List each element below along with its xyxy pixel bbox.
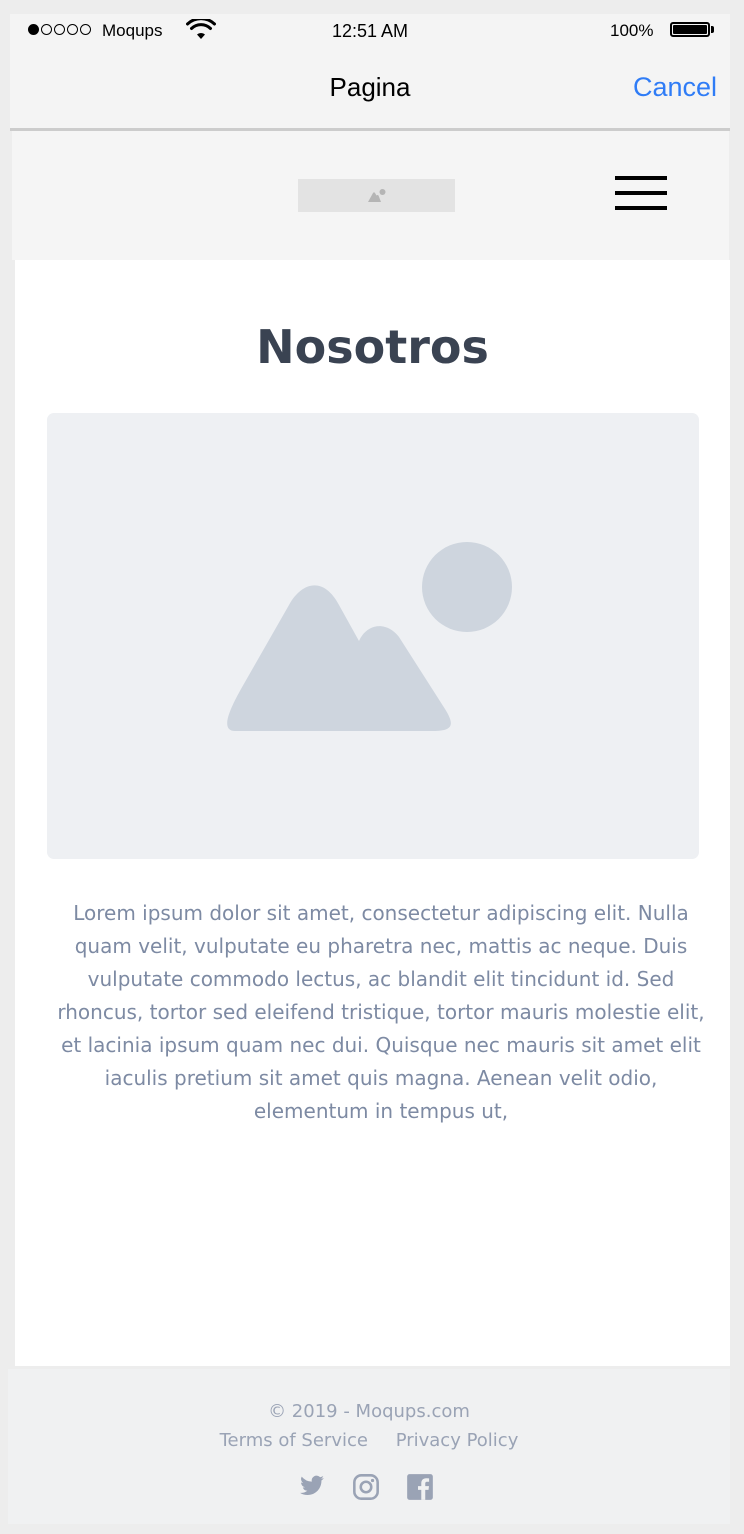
- terms-of-service-link[interactable]: Terms of Service: [220, 1430, 368, 1451]
- battery-percentage: 100%: [610, 21, 654, 40]
- nav-title: Pagina: [329, 72, 411, 102]
- page-title: Nosotros: [256, 320, 489, 374]
- hamburger-menu-icon[interactable]: [615, 176, 667, 212]
- hero-image: [47, 413, 699, 859]
- instagram-icon[interactable]: [352, 1473, 380, 1501]
- footer: © 2019 - Moqups.com Terms of Service Pri…: [8, 1369, 730, 1524]
- body-text: Lorem ipsum dolor sit amet, consectetur …: [57, 901, 705, 1123]
- logo-image[interactable]: [298, 179, 455, 212]
- social-links: [298, 1473, 434, 1501]
- cancel-button[interactable]: Cancel: [633, 72, 717, 103]
- image-placeholder-icon: [227, 542, 512, 731]
- twitter-icon[interactable]: [298, 1473, 326, 1499]
- main-content: Nosotros Lorem ipsum dolor sit amet, con…: [15, 260, 730, 1366]
- site-header: [12, 131, 729, 260]
- battery-cap: [711, 26, 714, 33]
- image-placeholder-icon: [367, 188, 385, 202]
- battery-icon: [670, 22, 710, 37]
- copyright-text: © 2019 - Moqups.com: [268, 1401, 470, 1422]
- status-bar: Moqups 12:51 AM 100%: [10, 14, 730, 46]
- privacy-policy-link[interactable]: Privacy Policy: [396, 1430, 519, 1451]
- navigation-bar: Pagina Cancel: [10, 46, 730, 131]
- footer-links: Terms of Service Privacy Policy: [8, 1430, 730, 1451]
- facebook-icon[interactable]: [406, 1473, 434, 1501]
